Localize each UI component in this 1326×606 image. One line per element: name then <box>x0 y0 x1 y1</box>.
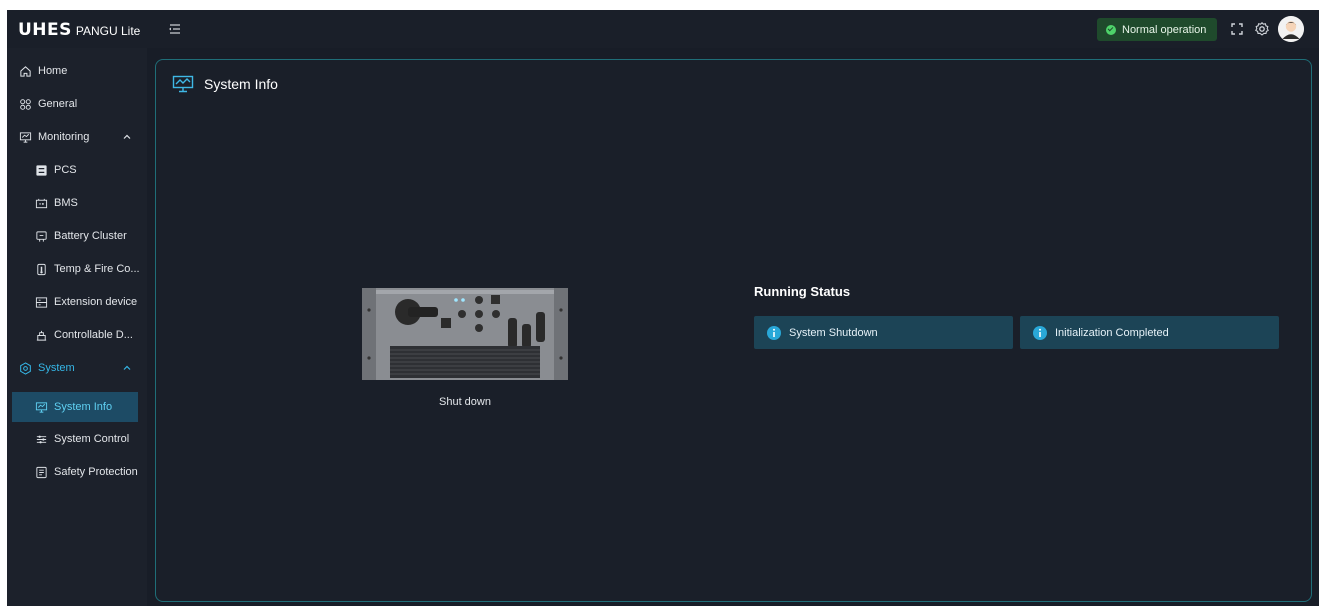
sidebar-item-label: BMS <box>54 197 78 209</box>
sidebar-item-extension-device[interactable]: Extension device <box>7 287 147 317</box>
logo-main-text: UHES <box>18 20 72 40</box>
page-title: System Info <box>204 76 278 92</box>
general-icon <box>20 98 31 110</box>
extension-device-icon <box>35 296 48 308</box>
device-status-label: Shut down <box>439 396 491 408</box>
logo: UHES PANGU Lite <box>18 20 140 40</box>
sidebar-item-system[interactable]: System <box>7 353 147 383</box>
status-card-system-shutdown: System Shutdown <box>754 316 1013 349</box>
system-control-icon <box>36 435 47 443</box>
sidebar-item-temp-fire[interactable]: Temp & Fire Co... <box>7 254 147 284</box>
sidebar-item-pcs[interactable]: PCS <box>7 155 147 185</box>
sidebar-item-monitoring[interactable]: Monitoring <box>7 122 147 152</box>
sidebar-item-label: Monitoring <box>38 131 90 143</box>
sidebar-item-controllable-device[interactable]: Controllable D... <box>7 320 147 350</box>
sidebar-item-label: Safety Protection <box>54 466 138 478</box>
running-status-title: Running Status <box>754 284 851 299</box>
sidebar-item-label: Battery Cluster <box>54 230 127 242</box>
sidebar-item-label: System Info <box>54 401 113 413</box>
fullscreen-icon[interactable] <box>1229 21 1245 37</box>
info-icon <box>767 325 781 340</box>
sidebar-item-safety-protection[interactable]: Safety Protection <box>7 457 147 487</box>
settings-icon[interactable] <box>1254 21 1270 37</box>
sidebar-item-system-control[interactable]: System Control <box>7 424 147 454</box>
system-info-icon <box>172 75 194 93</box>
top-header: UHES PANGU Lite Normal operation <box>7 10 1319 48</box>
bms-icon <box>35 198 48 208</box>
status-label: Normal operation <box>1122 23 1207 36</box>
sidebar-item-home[interactable]: Home <box>7 56 147 86</box>
pcs-icon <box>36 164 47 176</box>
system-info-panel: System Info Shut down Running Status Sys… <box>155 59 1312 602</box>
user-avatar[interactable] <box>1278 16 1304 42</box>
home-icon <box>20 65 31 77</box>
chevron-up-icon[interactable] <box>123 364 131 372</box>
sidebar-item-label: Home <box>38 65 68 77</box>
sidebar-item-label: Controllable D... <box>54 329 133 341</box>
sidebar-item-label: Temp & Fire Co... <box>54 263 140 275</box>
sidebar-item-system-info[interactable]: System Info <box>12 392 138 422</box>
monitor-icon <box>19 131 32 143</box>
status-card-initialization-completed: Initialization Completed <box>1020 316 1279 349</box>
sidebar-item-battery-cluster[interactable]: Battery Cluster <box>7 221 147 251</box>
app-window: UHES PANGU Lite Normal operation Home Ge… <box>7 10 1319 606</box>
logo-sub-text: PANGU Lite <box>75 24 141 38</box>
chevron-up-icon[interactable] <box>123 133 131 141</box>
sidebar: Home General Monitoring PCS BMS Battery … <box>7 48 147 606</box>
menu-collapse-icon[interactable] <box>167 21 183 37</box>
system-info-icon <box>35 401 48 413</box>
status-card-label: Initialization Completed <box>1055 326 1169 339</box>
sidebar-item-label: System <box>38 362 75 374</box>
sidebar-item-label: System Control <box>54 433 130 445</box>
sidebar-item-label: Extension device <box>54 296 138 308</box>
device-image <box>362 288 568 380</box>
sidebar-item-label: General <box>38 98 78 110</box>
info-icon <box>1033 325 1047 340</box>
system-gear-icon <box>20 361 31 375</box>
thermometer-icon <box>37 263 46 275</box>
controllable-device-icon <box>36 330 47 341</box>
status-card-label: System Shutdown <box>789 326 878 339</box>
status-check-icon <box>1106 24 1116 35</box>
safety-protection-icon <box>36 466 47 478</box>
sidebar-item-label: PCS <box>54 164 77 176</box>
battery-cluster-icon <box>36 230 47 242</box>
system-status-badge[interactable]: Normal operation <box>1097 18 1217 41</box>
sidebar-item-general[interactable]: General <box>7 89 147 119</box>
sidebar-item-bms[interactable]: BMS <box>7 188 147 218</box>
